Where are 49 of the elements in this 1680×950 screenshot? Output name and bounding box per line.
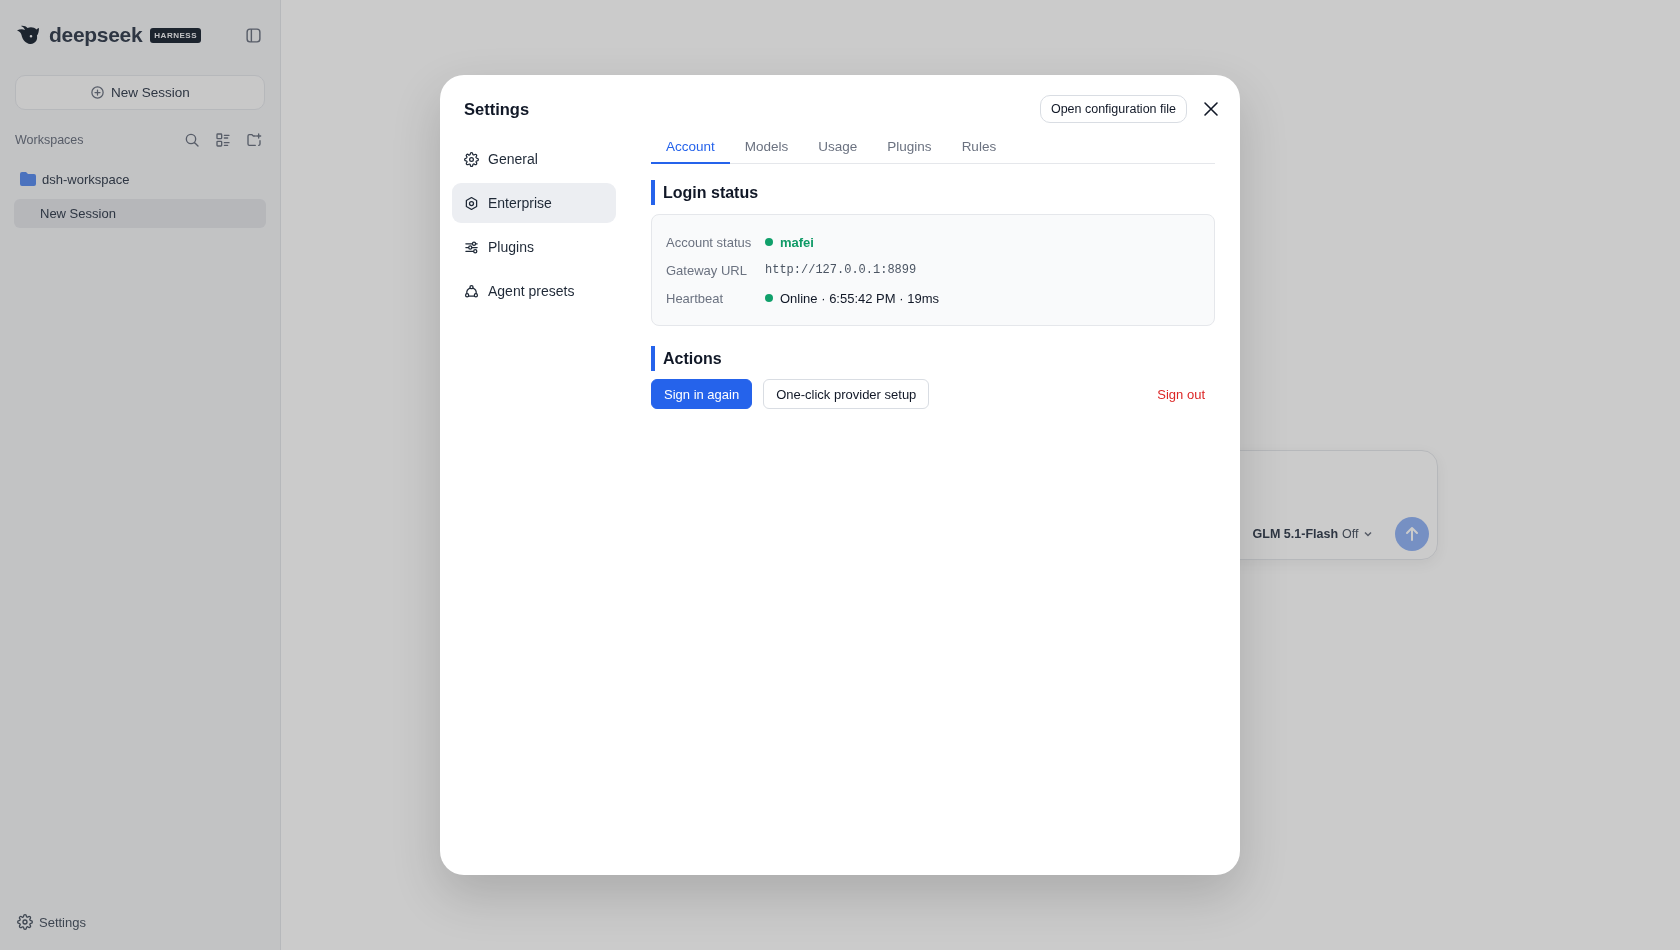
whale-icon [16,25,40,45]
field-label: Heartbeat [666,290,725,306]
tab[interactable]: Plugins [872,131,947,164]
edition-badge: HARNESS [150,27,201,43]
tab[interactable]: Account [651,131,730,164]
close-button[interactable] [1203,101,1219,117]
close-icon [1203,101,1219,117]
folder-plus-icon[interactable] [246,132,262,148]
sign-out-link[interactable]: Sign out [1147,379,1215,409]
workspace-item[interactable]: dsh-workspace [14,168,266,190]
tab[interactable]: Rules [946,131,1012,164]
send-button[interactable] [1394,517,1429,551]
nodes-icon [464,283,479,299]
status-dot [765,294,773,302]
gateway-url: http://127.0.0.1:8899 [765,263,917,277]
model-selector[interactable]: GLM 5.1-Flash Off [1246,526,1379,542]
settings-icon [17,914,33,930]
arrow-up-icon [1403,526,1420,542]
gear-icon [464,195,479,211]
dialog-title: Settings [464,99,530,119]
settings-nav-item[interactable]: Plugins [452,227,616,267]
workspaces-label: Workspaces [15,133,84,147]
tab[interactable]: Usage [803,131,873,164]
plus-circle-icon [90,85,106,100]
folder-icon [20,172,36,186]
settings-nav-item[interactable]: Enterprise [452,183,616,223]
sidebar-toggle-icon[interactable] [245,26,262,44]
gear-icon [464,151,479,167]
open-config-button[interactable]: Open configuration file [1039,95,1187,123]
action-button[interactable]: Sign in again [651,379,753,409]
heartbeat-status: Online · 6:55:42 PM · 19ms [780,290,939,306]
field-label: Gateway URL [666,262,748,278]
tab[interactable]: Models [729,131,804,164]
list-icon[interactable] [215,132,231,148]
brand-logo-text: deepseek [49,23,143,47]
section-heading: Login status [651,180,1215,205]
account-name: mafei [780,234,814,250]
field-label: Account status [666,234,753,250]
search-icon[interactable] [184,132,200,148]
action-button[interactable]: One-click provider setup [763,379,930,409]
section-heading: Actions [651,346,1215,371]
session-item[interactable]: New Session [14,199,266,228]
new-session-button[interactable]: New Session [15,75,265,110]
sliders-icon [464,239,479,255]
caret-icon [1362,529,1373,539]
settings-nav-item[interactable]: General [452,139,616,179]
settings-nav-item[interactable]: Agent presets [452,271,616,311]
settings-link[interactable]: Settings [14,914,89,930]
status-dot [765,238,773,246]
